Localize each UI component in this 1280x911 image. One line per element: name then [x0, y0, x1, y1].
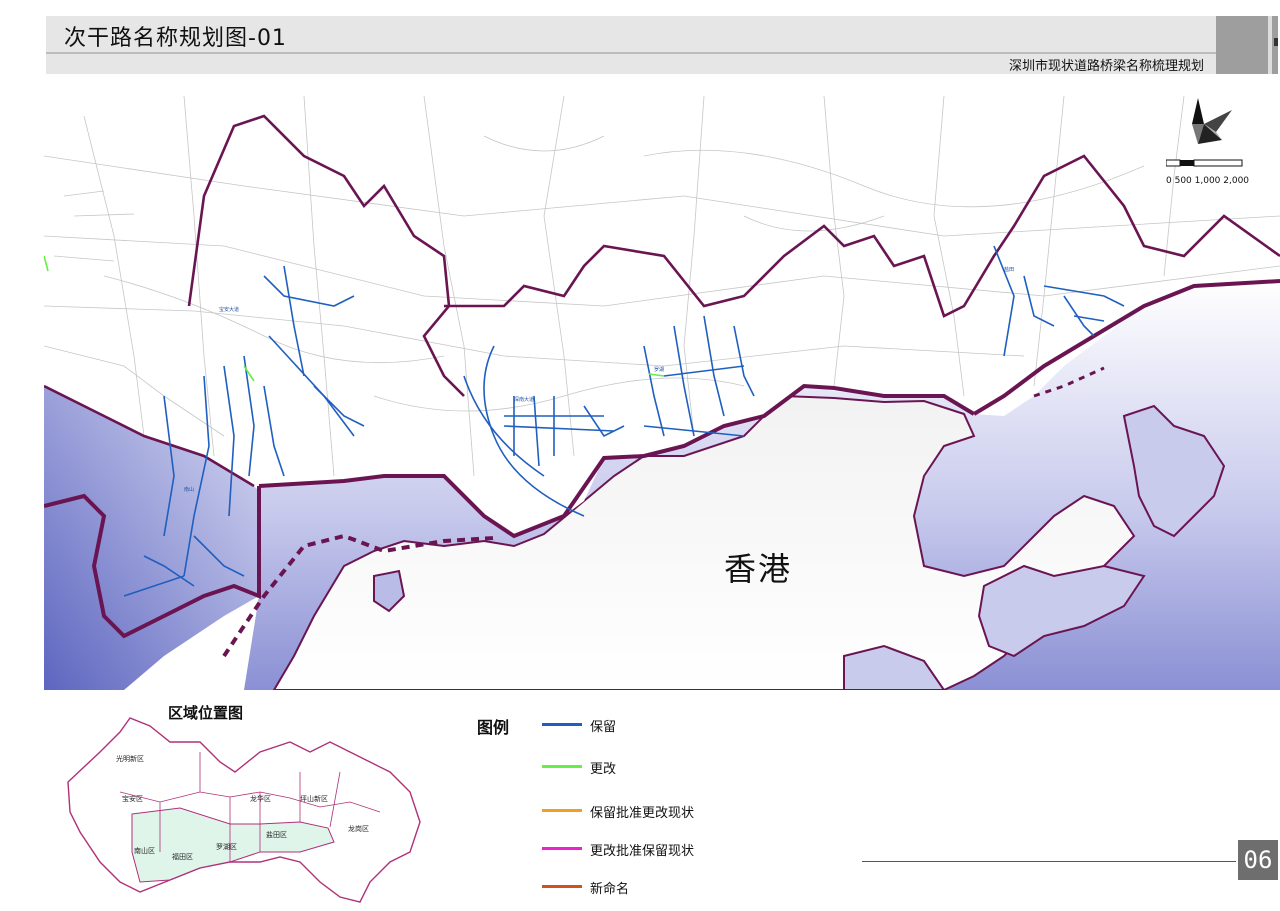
- legend-label: 更改: [590, 762, 617, 777]
- legend-swatch: [542, 847, 582, 850]
- main-map: 宝安大道 深南大道 罗湖 盐田 南山 香港 N 0 500 1,000 2,00…: [44, 96, 1280, 690]
- inset-map: 光明新区 宝安区 龙华区 坪山新区 龙岗区 南山区 福田区 罗湖区 盐田区: [60, 712, 430, 911]
- legend-swatch: [542, 723, 582, 726]
- district-label: 罗湖区: [216, 843, 237, 851]
- legend-label: 保留批准更改现状: [590, 806, 695, 821]
- district-label: 福田区: [172, 853, 193, 861]
- subtitle-bar: 深圳市现状道路桥梁名称梳理规划: [46, 54, 1216, 74]
- legend-label: 更改批准保留现状: [590, 844, 695, 859]
- hong-kong-label: 香港: [724, 550, 793, 588]
- corner-decoration: [1216, 16, 1278, 74]
- district-label: 南山区: [134, 847, 155, 855]
- svg-text:深南大道: 深南大道: [514, 396, 534, 403]
- district-label: 光明新区: [116, 755, 144, 763]
- district-label: 盐田区: [266, 831, 287, 839]
- district-label: 龙华区: [250, 795, 271, 803]
- page-title: 次干路名称规划图-01: [64, 26, 287, 51]
- legend-swatch: [542, 765, 582, 768]
- district-label: 龙岗区: [348, 825, 369, 833]
- legend-label: 保留: [590, 720, 617, 735]
- svg-text:罗湖: 罗湖: [654, 366, 664, 373]
- legend-label: 新命名: [590, 882, 630, 897]
- legend-swatch: [542, 809, 582, 812]
- project-subtitle: 深圳市现状道路桥梁名称梳理规划: [1008, 59, 1204, 74]
- svg-text:南山: 南山: [184, 486, 194, 493]
- page-number: 06: [1238, 840, 1278, 880]
- footer-divider: [862, 861, 1236, 862]
- scale-label: 0 500 1,000 2,000: [1166, 176, 1250, 186]
- map-canvas: 宝安大道 深南大道 罗湖 盐田 南山: [44, 96, 1280, 690]
- inset-outline: [67, 717, 421, 903]
- title-bar: 次干路名称规划图-01: [46, 16, 1216, 52]
- district-label: 宝安区: [122, 795, 143, 803]
- legend-title: 图例: [477, 718, 510, 737]
- legend-swatch: [542, 885, 582, 888]
- inset-canvas: [67, 717, 421, 903]
- svg-text:宝安大道: 宝安大道: [219, 306, 239, 313]
- district-label: 坪山新区: [300, 795, 328, 803]
- compass-icon: N: [1192, 98, 1232, 144]
- svg-text:盐田: 盐田: [1004, 266, 1014, 273]
